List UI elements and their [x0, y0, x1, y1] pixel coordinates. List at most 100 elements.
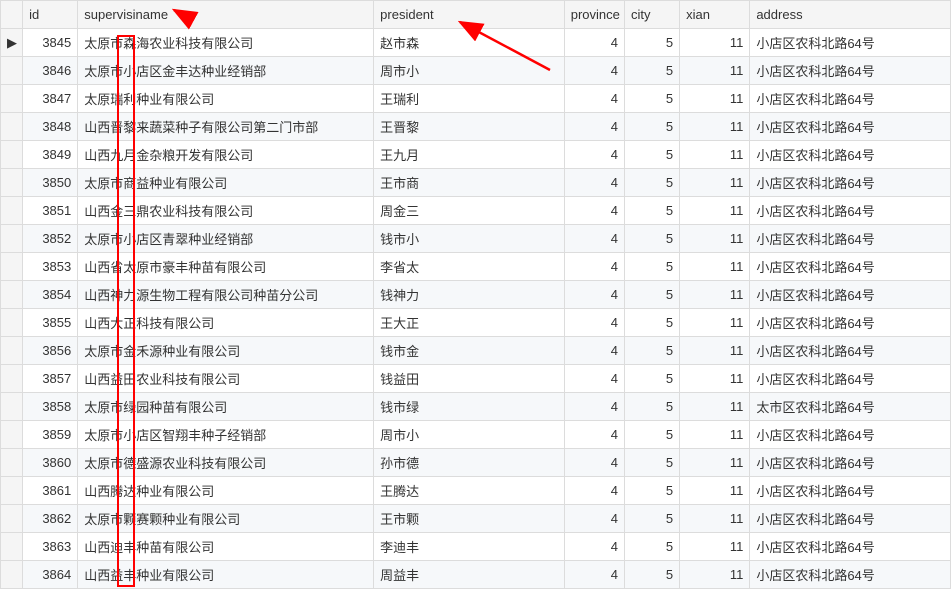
table-row[interactable]: 3862太原市颗赛颗种业有限公司王市颗4511小店区农科北路64号	[1, 505, 951, 533]
grid-body[interactable]: ▶3845太原市森海农业科技有限公司赵市森4511小店区农科北路64号3846太…	[1, 29, 951, 589]
cell-province[interactable]: 4	[564, 197, 624, 225]
cell-president[interactable]: 钱市小	[374, 225, 565, 253]
col-header-city[interactable]: city	[624, 1, 679, 29]
cell-id[interactable]: 3851	[23, 197, 78, 225]
cell-president[interactable]: 周市小	[374, 57, 565, 85]
cell-president[interactable]: 钱益田	[374, 365, 565, 393]
cell-province[interactable]: 4	[564, 477, 624, 505]
cell-address[interactable]: 小店区农科北路64号	[750, 421, 951, 449]
table-row[interactable]: 3846太原市小店区金丰达种业经销部周市小4511小店区农科北路64号	[1, 57, 951, 85]
cell-president[interactable]: 孙市德	[374, 449, 565, 477]
cell-president[interactable]: 周益丰	[374, 561, 565, 589]
cell-name[interactable]: 太原市德盛源农业科技有限公司	[78, 449, 374, 477]
cell-id[interactable]: 3853	[23, 253, 78, 281]
cell-name[interactable]: 山西晋黎来蔬菜种子有限公司第二门市部	[78, 113, 374, 141]
cell-city[interactable]: 5	[624, 113, 679, 141]
col-header-id[interactable]: id	[23, 1, 78, 29]
cell-address[interactable]: 小店区农科北路64号	[750, 281, 951, 309]
cell-id[interactable]: 3855	[23, 309, 78, 337]
cell-address[interactable]: 小店区农科北路64号	[750, 561, 951, 589]
row-marker[interactable]	[1, 225, 23, 253]
cell-city[interactable]: 5	[624, 449, 679, 477]
cell-xian[interactable]: 11	[680, 197, 750, 225]
cell-id[interactable]: 3849	[23, 141, 78, 169]
col-header-name[interactable]: supervisiname	[78, 1, 374, 29]
cell-city[interactable]: 5	[624, 533, 679, 561]
cell-address[interactable]: 小店区农科北路64号	[750, 57, 951, 85]
row-marker[interactable]: ▶	[1, 29, 23, 57]
cell-address[interactable]: 小店区农科北路64号	[750, 533, 951, 561]
table-row[interactable]: 3852太原市小店区青翠种业经销部钱市小4511小店区农科北路64号	[1, 225, 951, 253]
cell-city[interactable]: 5	[624, 85, 679, 113]
cell-name[interactable]: 山西腾达种业有限公司	[78, 477, 374, 505]
cell-xian[interactable]: 11	[680, 85, 750, 113]
cell-address[interactable]: 小店区农科北路64号	[750, 141, 951, 169]
col-header-address[interactable]: address	[750, 1, 951, 29]
cell-name[interactable]: 山西九月金杂粮开发有限公司	[78, 141, 374, 169]
cell-name[interactable]: 太原市商益种业有限公司	[78, 169, 374, 197]
cell-president[interactable]: 王晋黎	[374, 113, 565, 141]
col-header-president[interactable]: president	[374, 1, 565, 29]
cell-city[interactable]: 5	[624, 29, 679, 57]
cell-province[interactable]: 4	[564, 169, 624, 197]
cell-president[interactable]: 周金三	[374, 197, 565, 225]
cell-city[interactable]: 5	[624, 281, 679, 309]
cell-province[interactable]: 4	[564, 85, 624, 113]
header-row[interactable]: id supervisiname president province city…	[1, 1, 951, 29]
cell-xian[interactable]: 11	[680, 505, 750, 533]
cell-xian[interactable]: 11	[680, 113, 750, 141]
cell-address[interactable]: 小店区农科北路64号	[750, 477, 951, 505]
cell-name[interactable]: 太原市颗赛颗种业有限公司	[78, 505, 374, 533]
cell-president[interactable]: 王瑞利	[374, 85, 565, 113]
table-row[interactable]: 3849山西九月金杂粮开发有限公司王九月4511小店区农科北路64号	[1, 141, 951, 169]
cell-xian[interactable]: 11	[680, 253, 750, 281]
cell-city[interactable]: 5	[624, 169, 679, 197]
cell-province[interactable]: 4	[564, 29, 624, 57]
cell-province[interactable]: 4	[564, 365, 624, 393]
cell-name[interactable]: 太原市小店区青翠种业经销部	[78, 225, 374, 253]
row-marker[interactable]	[1, 337, 23, 365]
cell-province[interactable]: 4	[564, 141, 624, 169]
cell-city[interactable]: 5	[624, 365, 679, 393]
cell-name[interactable]: 太原市小店区智翔丰种子经销部	[78, 421, 374, 449]
table-row[interactable]: 3851山西金三鼎农业科技有限公司周金三4511小店区农科北路64号	[1, 197, 951, 225]
table-row[interactable]: 3859太原市小店区智翔丰种子经销部周市小4511小店区农科北路64号	[1, 421, 951, 449]
cell-province[interactable]: 4	[564, 113, 624, 141]
cell-id[interactable]: 3856	[23, 337, 78, 365]
cell-xian[interactable]: 11	[680, 29, 750, 57]
cell-id[interactable]: 3864	[23, 561, 78, 589]
cell-president[interactable]: 王大正	[374, 309, 565, 337]
cell-id[interactable]: 3847	[23, 85, 78, 113]
cell-city[interactable]: 5	[624, 225, 679, 253]
table-row[interactable]: 3857山西益田农业科技有限公司钱益田4511小店区农科北路64号	[1, 365, 951, 393]
cell-address[interactable]: 小店区农科北路64号	[750, 85, 951, 113]
cell-xian[interactable]: 11	[680, 561, 750, 589]
cell-address[interactable]: 小店区农科北路64号	[750, 169, 951, 197]
cell-address[interactable]: 小店区农科北路64号	[750, 309, 951, 337]
cell-address[interactable]: 小店区农科北路64号	[750, 197, 951, 225]
cell-name[interactable]: 山西金三鼎农业科技有限公司	[78, 197, 374, 225]
table-row[interactable]: 3860太原市德盛源农业科技有限公司孙市德4511小店区农科北路64号	[1, 449, 951, 477]
cell-city[interactable]: 5	[624, 57, 679, 85]
cell-address[interactable]: 小店区农科北路64号	[750, 365, 951, 393]
cell-xian[interactable]: 11	[680, 477, 750, 505]
cell-province[interactable]: 4	[564, 533, 624, 561]
cell-xian[interactable]: 11	[680, 393, 750, 421]
cell-xian[interactable]: 11	[680, 421, 750, 449]
cell-id[interactable]: 3857	[23, 365, 78, 393]
cell-id[interactable]: 3852	[23, 225, 78, 253]
table-row[interactable]: 3847太原瑞利种业有限公司王瑞利4511小店区农科北路64号	[1, 85, 951, 113]
cell-id[interactable]: 3861	[23, 477, 78, 505]
cell-address[interactable]: 小店区农科北路64号	[750, 29, 951, 57]
cell-address[interactable]: 小店区农科北路64号	[750, 337, 951, 365]
cell-id[interactable]: 3854	[23, 281, 78, 309]
cell-city[interactable]: 5	[624, 393, 679, 421]
cell-address[interactable]: 小店区农科北路64号	[750, 449, 951, 477]
row-marker[interactable]	[1, 393, 23, 421]
row-marker[interactable]	[1, 505, 23, 533]
cell-province[interactable]: 4	[564, 309, 624, 337]
table-row[interactable]: 3858太原市绿园种苗有限公司钱市绿4511太市区农科北路64号	[1, 393, 951, 421]
row-header-corner[interactable]	[1, 1, 23, 29]
cell-province[interactable]: 4	[564, 253, 624, 281]
cell-xian[interactable]: 11	[680, 337, 750, 365]
